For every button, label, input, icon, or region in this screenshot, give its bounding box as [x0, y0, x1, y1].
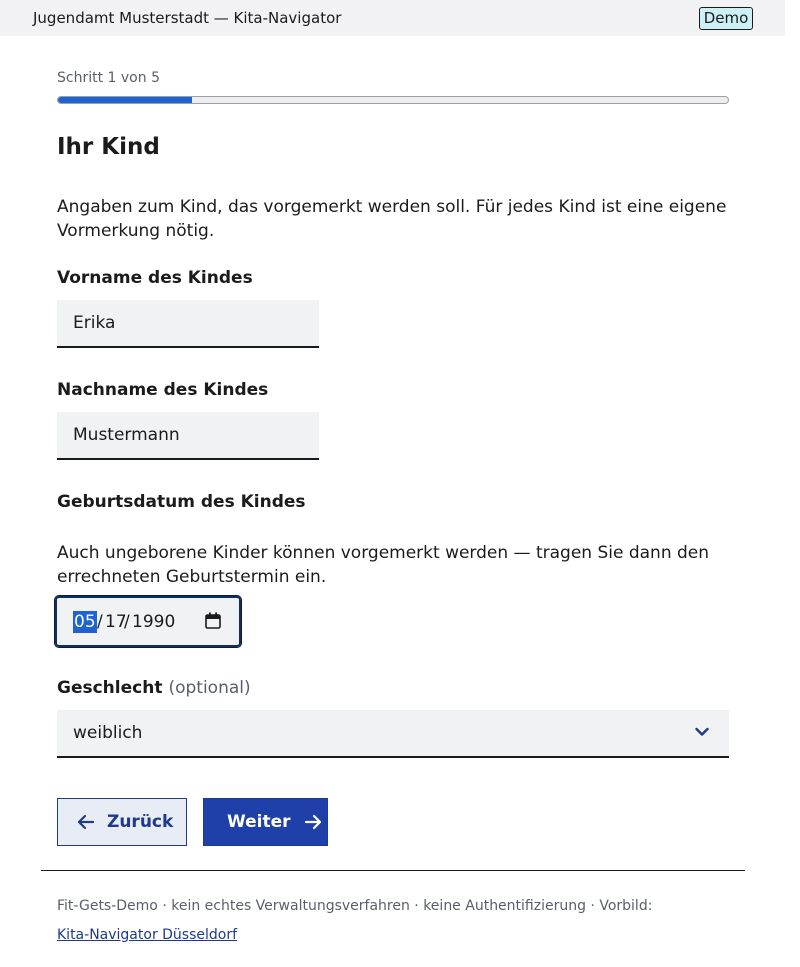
calendar-icon[interactable] [205, 612, 221, 629]
gender-label: Geschlecht (optional) [57, 678, 251, 698]
gender-select[interactable]: weiblich [57, 710, 729, 758]
next-button[interactable]: Weiter [203, 798, 328, 846]
gender-select-value: weiblich [73, 723, 143, 743]
demo-badge: Demo [699, 7, 753, 30]
birthdate-year[interactable]: 1990 [132, 611, 175, 633]
intro-text: Angaben zum Kind, das vorgemerkt werden … [57, 197, 727, 241]
progress-bar [57, 96, 729, 104]
birthdate-month[interactable]: 05 [73, 611, 97, 633]
step-indicator: Schritt 1 von 5 [57, 70, 160, 86]
last-name-label: Nachname des Kindes [57, 380, 269, 400]
back-button[interactable]: Zurück [57, 798, 187, 846]
footer-text: Fit-Gets-Demo · kein echtes Verwaltungsv… [57, 898, 653, 914]
top-bar: Jugendamt Musterstadt — Kita-Navigator D… [0, 0, 785, 36]
arrow-right-icon [304, 814, 321, 830]
last-name-input[interactable]: Mustermann [57, 412, 319, 460]
first-name-input[interactable]: Erika [57, 300, 319, 348]
gender-label-text: Geschlecht [57, 678, 163, 698]
date-separator: / [97, 612, 103, 632]
progress-fill [58, 97, 192, 103]
birthdate-input[interactable]: 05 / 17 / 1990 [54, 595, 242, 648]
arrow-left-icon [77, 814, 95, 830]
footer-divider [41, 870, 745, 871]
optional-hint: (optional) [168, 678, 251, 698]
birthdate-hint: Auch ungeborene Kinder können vorgemerkt… [57, 543, 710, 587]
chevron-down-icon [695, 727, 709, 736]
back-button-label: Zurück [107, 812, 174, 832]
birthdate-label: Geburtsdatum des Kindes [57, 492, 306, 512]
page-title: Ihr Kind [57, 134, 160, 160]
footer-link[interactable]: Kita-Navigator Düsseldorf [57, 927, 237, 943]
date-separator: / [124, 612, 130, 632]
site-title: Jugendamt Musterstadt — Kita-Navigator [33, 9, 342, 27]
first-name-label: Vorname des Kindes [57, 268, 253, 288]
next-button-label: Weiter [227, 812, 291, 832]
